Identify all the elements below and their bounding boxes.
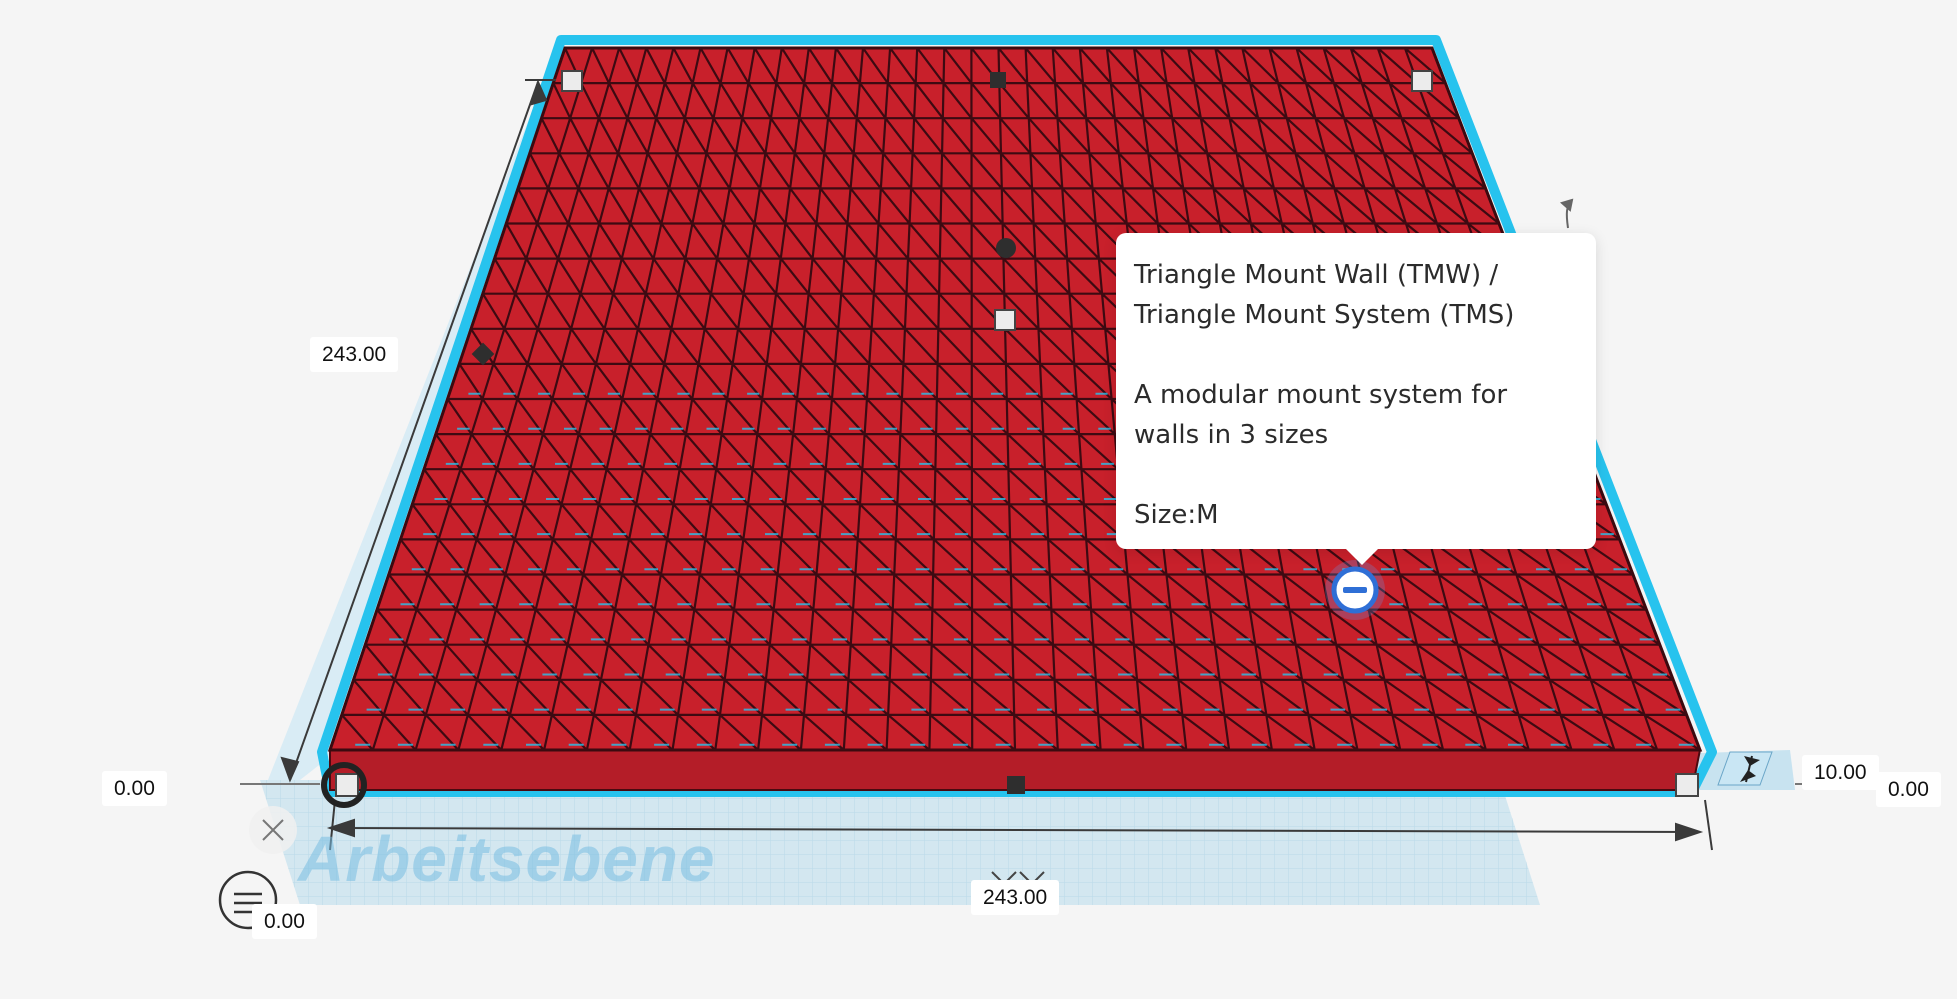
shape-note-tooltip: Triangle Mount Wall (TMW) / Triangle Mou… xyxy=(1116,233,1596,565)
height-dimension-value[interactable]: 10.00 xyxy=(1802,755,1879,791)
close-icon[interactable] xyxy=(249,806,297,854)
note-description-line-2: walls in 3 sizes xyxy=(1134,420,1329,450)
note-title-line-2: Triangle Mount System (TMS) xyxy=(1134,300,1515,330)
rotate-arrow-icon[interactable] xyxy=(1559,198,1574,229)
corner-handle-back-left[interactable] xyxy=(561,70,583,92)
note-description-line-1: A modular mount system for xyxy=(1134,380,1508,410)
note-size: Size:M xyxy=(1134,500,1219,530)
right-offset-value[interactable]: 0.00 xyxy=(1876,772,1941,808)
left-offset-value[interactable]: 0.00 xyxy=(102,771,167,807)
side-handle-front[interactable] xyxy=(1007,776,1025,794)
corner-handle-front-left[interactable] xyxy=(335,773,359,797)
depth-dimension-value[interactable]: 243.00 xyxy=(310,337,399,373)
corner-handle-back-right[interactable] xyxy=(1411,70,1433,92)
note-title-line-1: Triangle Mount Wall (TMW) / xyxy=(1134,260,1499,290)
width-dimension-value[interactable]: 243.00 xyxy=(971,880,1060,916)
tooltip-pointer xyxy=(1346,549,1378,565)
side-handle-back[interactable] xyxy=(990,72,1006,88)
lift-handle[interactable] xyxy=(996,238,1016,258)
note-collapse-icon[interactable] xyxy=(1325,560,1385,620)
center-handle[interactable] xyxy=(994,309,1016,331)
corner-handle-front-right[interactable] xyxy=(1675,773,1699,797)
workplane-label: Arbeitsebene xyxy=(298,823,716,895)
front-offset-value[interactable]: 0.00 xyxy=(252,904,317,940)
